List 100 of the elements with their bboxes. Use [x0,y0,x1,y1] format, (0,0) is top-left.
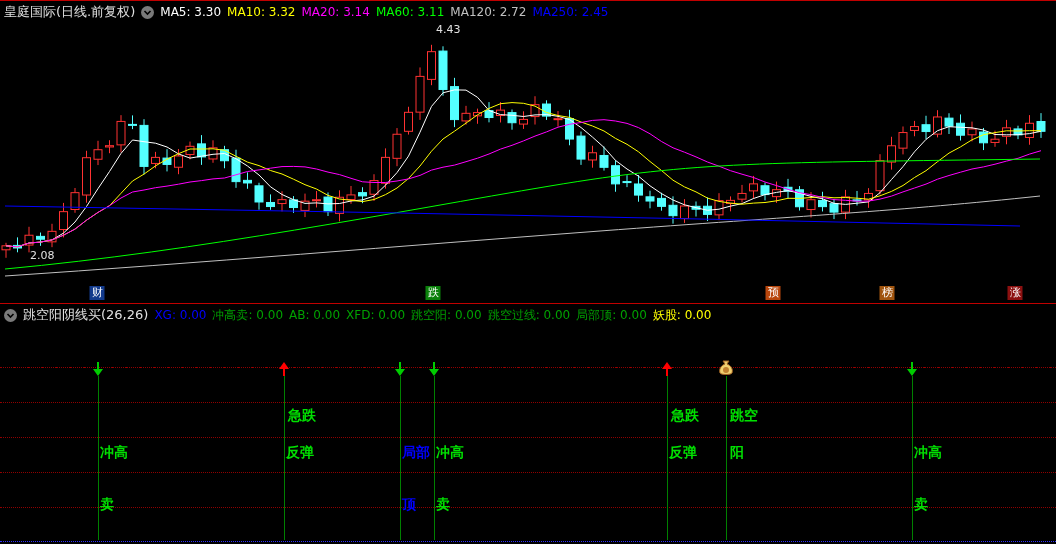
candlestick [714,192,724,221]
candlestick [197,134,206,166]
indicator-value: 跳空过线: 0.00 [487,306,571,324]
dropdown-icon[interactable] [141,5,155,19]
candlestick [312,190,321,208]
candlestick [737,184,747,203]
candlestick [519,110,528,130]
candlestick [772,181,781,204]
down-arrow-icon [92,362,104,376]
candlestick [13,236,22,253]
indicator-value: 局部顶: 0.00 [576,306,647,324]
candlestick [841,189,850,220]
candlestick [622,174,632,188]
candlestick [1036,112,1046,139]
candlestick [450,77,459,128]
signal-label: 卖 [913,496,928,514]
candlestick [645,190,655,209]
signal-label: 卖 [435,496,450,514]
down-arrow-icon [394,362,406,376]
candlestick [162,148,172,172]
event-marker[interactable]: 涨 [1007,286,1023,300]
moving-average-value: MA20: 3.14 [301,5,370,19]
candlestick [726,195,735,212]
candlestick [47,223,57,248]
signal-label: 冲高 [99,444,128,462]
indicator-value: 妖股: 0.00 [652,306,712,324]
signal-label: 冲高 [435,444,464,462]
signal-label: 冲高 [913,444,942,462]
candlestick [208,139,218,164]
candlestick [530,95,540,126]
candlestick [93,140,103,166]
candlestick [139,118,149,175]
candlestick [898,126,908,155]
down-arrow-icon [428,362,440,376]
indicator-value: 跳空阳: 0.00 [411,306,482,324]
candlestick [611,159,620,193]
candlestick [599,146,609,172]
candlestick [116,114,126,153]
moving-average-value: MA5: 3.30 [160,5,222,19]
up-arrow-icon [661,362,673,376]
down-arrow-icon [906,362,918,376]
candlestick [220,145,229,169]
candlestick [277,190,287,212]
indicator-value: XFD: 0.00 [346,308,406,322]
event-marker[interactable]: 财 [89,286,105,300]
candlestick [369,173,379,202]
candlestick [1002,119,1011,145]
candlestick [576,131,586,166]
signal-label: 跳空 [729,407,758,425]
candlestick [818,191,827,212]
signal-label: 急跌 [287,407,316,425]
candlestick [335,189,344,222]
candlestick [680,198,689,224]
candlestick [921,115,931,140]
candlestick [783,178,793,200]
candlestick [634,174,643,203]
candlestick [875,153,885,195]
candlestick [967,121,977,142]
candlestick [990,130,1000,148]
signal-label: 顶 [401,496,416,514]
moving-average-value: MA10: 3.32 [227,5,296,19]
candlestick [392,127,402,167]
signal-label: 急跌 [670,407,699,425]
candlestick [933,109,942,138]
money-bag-icon [719,360,733,376]
moving-average-value: MA250: 2.45 [532,5,609,19]
moving-average-value: MA60: 3.11 [375,5,445,19]
event-marker[interactable]: 预 [765,286,781,300]
candlestick [151,151,160,169]
indicator-title: 跳空阳阴线买(26,26) [23,306,149,324]
candlestick [438,45,448,97]
candlestick [484,101,494,123]
candlestick [553,110,563,128]
moving-average-value: MA120: 2.72 [450,5,527,19]
stock-title: 皇庭国际(日线.前复权) [4,3,136,21]
indicator-value: XG: 0.00 [154,308,207,322]
signal-label: 局部 [401,444,430,462]
candlestick [806,191,816,218]
up-arrow-icon [278,362,290,376]
candlestick [174,148,183,175]
candlestick [944,112,954,135]
candlestick [864,187,873,209]
candlestick [496,101,505,123]
signal-label: 反弹 [285,444,314,462]
candlestick [657,192,666,212]
candlestick [346,185,356,205]
indicator-value: AB: 0.00 [289,308,341,322]
candlestick [266,193,275,211]
candlestick [358,186,367,204]
event-marker[interactable]: 榜 [879,286,895,300]
event-marker[interactable]: 跌 [425,286,441,300]
candlestick [565,109,574,146]
candlestick [1025,114,1034,146]
signal-label: 反弹 [668,444,697,462]
candlestick [381,147,390,190]
candlestick [415,66,425,121]
high-price-label: 4.43 [436,23,461,36]
candlestick [231,149,241,189]
candlestick [829,198,839,220]
dropdown-icon[interactable] [4,308,17,322]
